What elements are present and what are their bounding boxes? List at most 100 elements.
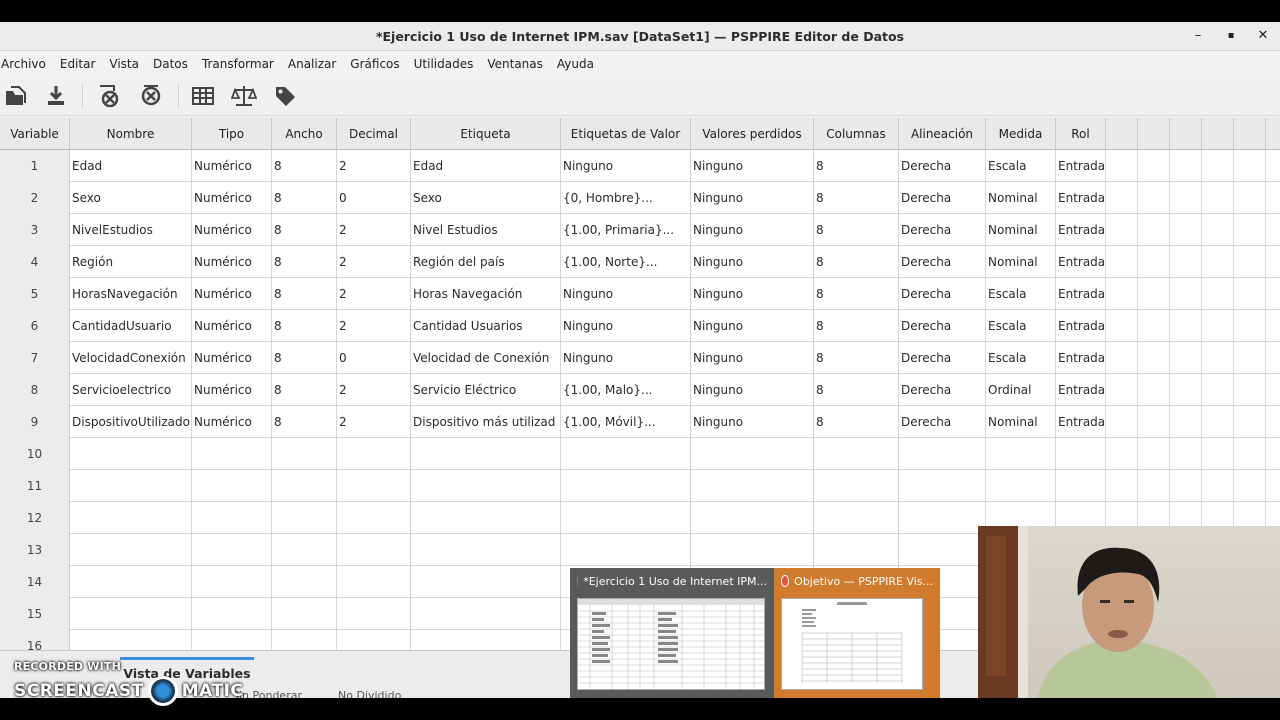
cell-ancho[interactable]: 8 — [272, 310, 337, 342]
cell-columnas[interactable]: 8 — [814, 406, 899, 438]
split-file-icon[interactable] — [190, 83, 218, 109]
cell-nombre[interactable] — [70, 566, 192, 598]
cell-nombre[interactable] — [70, 598, 192, 630]
cell-rol[interactable]: Entrada — [1056, 406, 1106, 438]
cell-alineacion[interactable]: Derecha — [899, 278, 986, 310]
cell-ancho[interactable]: 8 — [272, 150, 337, 182]
menu-vista[interactable]: Vista — [109, 57, 146, 71]
open-file-icon[interactable] — [3, 83, 31, 109]
cell-empty[interactable] — [1202, 438, 1234, 470]
cell-alineacion[interactable]: Derecha — [899, 342, 986, 374]
cell-tipo[interactable]: Numérico — [192, 214, 272, 246]
cell-decimal[interactable]: 2 — [337, 278, 411, 310]
cell-tipo[interactable] — [192, 566, 272, 598]
cell-empty[interactable] — [1234, 246, 1266, 278]
row-number[interactable]: 11 — [0, 470, 70, 502]
cell-tipo[interactable] — [192, 502, 272, 534]
cell-empty[interactable] — [1234, 438, 1266, 470]
cell-empty[interactable] — [1106, 310, 1138, 342]
cell-etiquetas-valor[interactable] — [561, 470, 691, 502]
menu-archivo[interactable]: Archivo — [1, 57, 53, 71]
cell-nombre[interactable]: Sexo — [70, 182, 192, 214]
cell-empty[interactable] — [1138, 374, 1170, 406]
cell-etiqueta[interactable]: Cantidad Usuarios — [411, 310, 561, 342]
cell-empty[interactable] — [1106, 182, 1138, 214]
cell-empty[interactable] — [1138, 342, 1170, 374]
cell-alineacion[interactable] — [899, 438, 986, 470]
cell-empty[interactable] — [1106, 342, 1138, 374]
row-number[interactable]: 12 — [0, 502, 70, 534]
save-icon[interactable] — [43, 83, 71, 109]
cell-etiquetas-valor[interactable] — [561, 502, 691, 534]
cell-decimal[interactable] — [337, 534, 411, 566]
cell-etiqueta[interactable]: Región del país — [411, 246, 561, 278]
cell-empty[interactable] — [1170, 246, 1202, 278]
cell-ancho[interactable] — [272, 470, 337, 502]
cell-valores-perdidos[interactable]: Ninguno — [691, 214, 814, 246]
cell-alineacion[interactable]: Derecha — [899, 246, 986, 278]
cell-empty[interactable] — [1234, 310, 1266, 342]
cell-etiquetas-valor[interactable]: Ninguno — [561, 342, 691, 374]
col-header-variable[interactable]: Variable — [0, 118, 70, 150]
cell-empty[interactable] — [1234, 182, 1266, 214]
cell-nombre[interactable] — [70, 502, 192, 534]
cell-etiqueta[interactable]: Edad — [411, 150, 561, 182]
cell-etiqueta[interactable]: Sexo — [411, 182, 561, 214]
cell-empty[interactable] — [1106, 438, 1138, 470]
row-number[interactable]: 3 — [0, 214, 70, 246]
cell-etiqueta[interactable]: Horas Navegación — [411, 278, 561, 310]
cell-etiqueta[interactable]: Velocidad de Conexión — [411, 342, 561, 374]
cell-decimal[interactable] — [337, 502, 411, 534]
menu-ventanas[interactable]: Ventanas — [487, 57, 550, 71]
cell-columnas[interactable] — [814, 534, 899, 566]
cell-medida[interactable]: Nominal — [986, 182, 1056, 214]
cell-valores-perdidos[interactable] — [691, 470, 814, 502]
cell-tipo[interactable]: Numérico — [192, 342, 272, 374]
cell-ancho[interactable] — [272, 598, 337, 630]
cell-rol[interactable]: Entrada — [1056, 310, 1106, 342]
cell-columnas[interactable]: 8 — [814, 278, 899, 310]
delete-case-icon[interactable] — [138, 83, 166, 109]
row-number[interactable]: 8 — [0, 374, 70, 406]
cell-nombre[interactable]: DispositivoUtilizado — [70, 406, 192, 438]
cell-empty[interactable] — [1138, 278, 1170, 310]
row-number[interactable]: 14 — [0, 566, 70, 598]
cell-nombre[interactable] — [70, 470, 192, 502]
cell-medida[interactable]: Escala — [986, 150, 1056, 182]
cell-medida[interactable]: Escala — [986, 310, 1056, 342]
cell-decimal[interactable] — [337, 470, 411, 502]
row-number[interactable]: 1 — [0, 150, 70, 182]
cell-empty[interactable] — [1170, 182, 1202, 214]
cell-valores-perdidos[interactable]: Ninguno — [691, 278, 814, 310]
cell-medida[interactable] — [986, 438, 1056, 470]
cell-nombre[interactable] — [70, 438, 192, 470]
cell-empty[interactable] — [1138, 214, 1170, 246]
cell-tipo[interactable]: Numérico — [192, 150, 272, 182]
cell-empty[interactable] — [1106, 214, 1138, 246]
cell-alineacion[interactable]: Derecha — [899, 150, 986, 182]
cell-empty[interactable] — [1234, 470, 1266, 502]
cell-nombre[interactable]: Edad — [70, 150, 192, 182]
cell-rol[interactable]: Entrada — [1056, 214, 1106, 246]
col-header-tipo[interactable]: Tipo — [192, 118, 272, 150]
cell-alineacion[interactable]: Derecha — [899, 214, 986, 246]
cell-nombre[interactable]: HorasNavegación — [70, 278, 192, 310]
menu-transformar[interactable]: Transformar — [202, 57, 281, 71]
cell-empty[interactable] — [1202, 374, 1234, 406]
cell-empty[interactable] — [1202, 342, 1234, 374]
cell-tipo[interactable]: Numérico — [192, 406, 272, 438]
cell-ancho[interactable]: 8 — [272, 374, 337, 406]
cell-medida[interactable]: Nominal — [986, 214, 1056, 246]
cell-decimal[interactable]: 0 — [337, 342, 411, 374]
cell-tipo[interactable]: Numérico — [192, 182, 272, 214]
cell-rol[interactable]: Entrada — [1056, 374, 1106, 406]
cell-valores-perdidos[interactable]: Ninguno — [691, 342, 814, 374]
cell-empty[interactable] — [1138, 406, 1170, 438]
cell-etiquetas-valor[interactable] — [561, 534, 691, 566]
cell-tipo[interactable] — [192, 534, 272, 566]
cell-columnas[interactable] — [814, 470, 899, 502]
cell-empty[interactable] — [1106, 470, 1138, 502]
cell-alineacion[interactable] — [899, 470, 986, 502]
cell-etiquetas-valor[interactable]: {1.00, Móvil}... — [561, 406, 691, 438]
cell-decimal[interactable]: 2 — [337, 150, 411, 182]
